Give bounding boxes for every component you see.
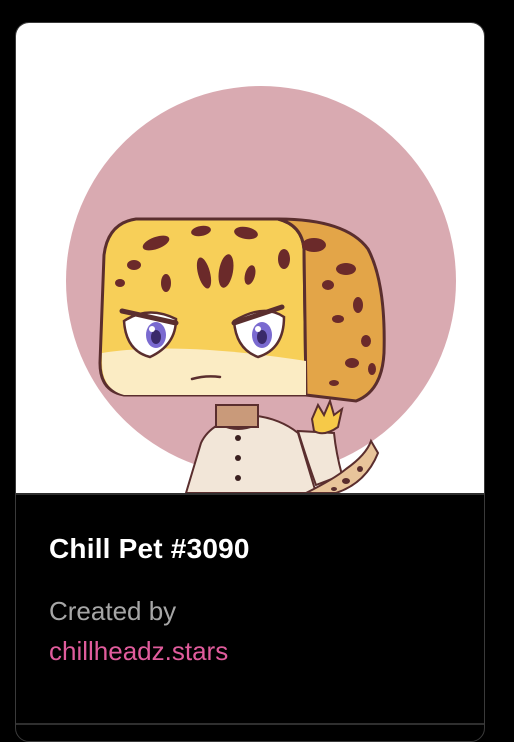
creator-link[interactable]: chillheadz.stars: [49, 636, 228, 667]
nft-title[interactable]: Chill Pet #3090: [49, 533, 250, 565]
nft-card[interactable]: Chill Pet #3090 Created by chillheadz.st…: [15, 22, 485, 742]
card-footer-divider: [16, 723, 484, 725]
nft-info: Chill Pet #3090 Created by chillheadz.st…: [16, 495, 484, 725]
chill-pet-illustration: [66, 86, 456, 493]
nft-image[interactable]: [16, 23, 484, 493]
created-by-label: Created by: [49, 596, 177, 626]
